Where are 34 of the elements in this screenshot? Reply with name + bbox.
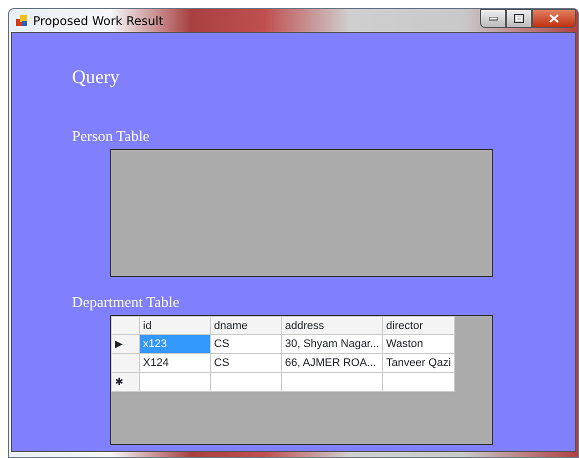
row-marker: ▶ [115, 339, 123, 350]
table-cell[interactable] [210, 372, 282, 392]
table-cell[interactable]: 66, AJMER ROA... [282, 354, 383, 372]
data-grid[interactable] [110, 149, 493, 277]
minimize-icon [488, 16, 498, 20]
data-grid[interactable]: id dname address director ▶ x123 CS 30, Shyam Nagar... Waston X124 CS 66, AJMER ROA... Tanveer Qazi ✱ [110, 315, 493, 445]
table-cell[interactable] [382, 372, 454, 392]
close-icon [549, 14, 559, 23]
row-marker: ✱ [115, 377, 123, 388]
row-header[interactable]: ✱ [112, 372, 140, 392]
row-header[interactable] [112, 354, 140, 372]
row-header[interactable]: ▶ [112, 334, 140, 354]
query-heading: Query [72, 67, 120, 89]
table-cell[interactable]: Tanveer Qazi [382, 354, 454, 372]
column-header[interactable]: director [382, 316, 454, 334]
table-cell[interactable] [140, 372, 210, 392]
app-icon [15, 14, 28, 27]
minimize-button[interactable] [480, 9, 506, 28]
table-cell[interactable]: X124 [140, 354, 210, 372]
column-header[interactable]: dname [210, 316, 282, 334]
section-label: Department Table [72, 294, 180, 312]
maximize-button[interactable] [506, 9, 532, 28]
close-button[interactable] [532, 9, 576, 28]
table-cell[interactable] [282, 372, 383, 392]
window-title: Proposed Work Result [33, 14, 164, 28]
maximize-icon [514, 14, 524, 23]
table-cell[interactable]: Waston [382, 334, 454, 354]
column-header[interactable]: address [282, 316, 383, 334]
table-cell[interactable]: CS [210, 354, 282, 372]
table-cell[interactable]: 30, Shyam Nagar... [282, 334, 383, 354]
column-header[interactable]: id [140, 316, 210, 334]
corner-header [112, 316, 140, 334]
table-cell[interactable]: CS [210, 334, 282, 354]
section-label: Person Table [72, 128, 150, 146]
